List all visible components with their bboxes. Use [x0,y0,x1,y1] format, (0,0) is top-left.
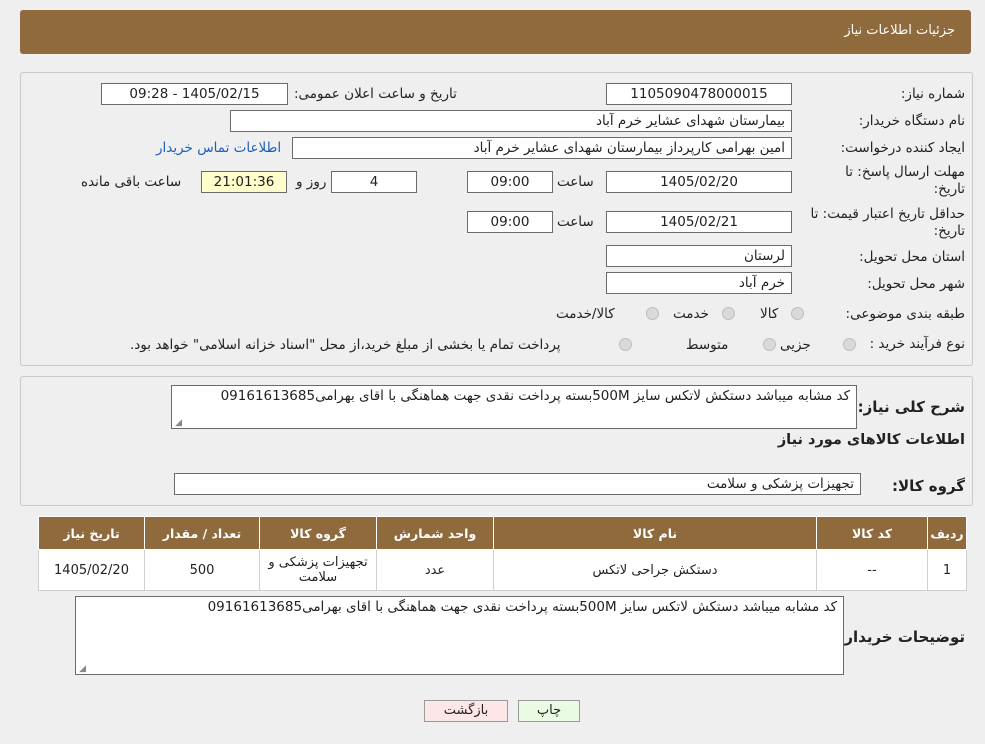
city-field: خرم آباد [606,272,792,294]
cell-need-date: 1405/02/20 [38,549,145,591]
goods-info-title: اطلاعات کالاهای مورد نیاز [777,432,965,448]
goods-group-field: تجهیزات پزشکی و سلامت [174,473,861,495]
col-code: کد کالا [816,516,928,550]
print-button[interactable]: چاپ [518,700,580,722]
process-radio-treasury[interactable] [619,338,632,351]
deadline-date-field: 1405/02/20 [606,171,792,193]
process-note: پرداخت تمام یا بخشی از مبلغ خرید،از محل … [130,337,561,353]
page-title: جزئیات اطلاعات نیاز [844,23,955,38]
category-option-goods-service: کالا/خدمت [556,306,615,322]
items-table-header: ردیف کد کالا نام کالا واحد شمارش گروه کا… [38,516,967,550]
process-radio-minor[interactable] [843,338,856,351]
col-row: ردیف [927,516,967,550]
table-row: 1 -- دستکش جراحی لاتکس عدد تجهیزات پزشکی… [38,549,967,591]
province-label: استان محل تحویل: [859,249,965,265]
cell-name: دستکش جراحی لاتکس [493,549,817,591]
need-number-field: 1105090478000015 [606,83,792,105]
cell-quantity: 500 [144,549,260,591]
goods-group-label: گروه کالا: [892,477,965,495]
deadline-label: مهلت ارسال پاسخ: تا تاریخ: [845,164,965,197]
category-option-service: خدمت [673,306,709,322]
cell-row: 1 [927,549,967,591]
days-label: روز و [296,174,327,190]
remaining-time-field: 21:01:36 [201,171,287,193]
category-radio-goods-service[interactable] [646,307,659,320]
deadline-time-label: ساعت [557,174,594,190]
city-label: شهر محل تحویل: [867,276,965,292]
col-need-date: تاریخ نیاز [38,516,145,550]
remaining-label: ساعت باقی مانده [81,174,182,190]
days-field: 4 [331,171,417,193]
announce-datetime-field: 1405/02/15 - 09:28 [101,83,288,105]
category-radio-goods[interactable] [791,307,804,320]
description-textarea[interactable]: کد مشابه میباشد دستکش لاتکس سایز 500Mبست… [171,385,857,429]
province-field: لرستان [606,245,792,267]
buyer-notes-text: کد مشابه میباشد دستکش لاتکس سایز 500Mبست… [207,599,837,615]
resize-grip-icon[interactable]: ◢ [174,419,182,428]
buyer-contact-link[interactable]: اطلاعات تماس خریدار [156,140,281,156]
buyer-notes-textarea[interactable]: کد مشابه میباشد دستکش لاتکس سایز 500Mبست… [75,596,844,675]
col-name: نام کالا [493,516,817,550]
validity-time-label: ساعت [557,214,594,230]
validity-label: حداقل تاریخ اعتبار قیمت: تا تاریخ: [810,206,965,239]
requester-label: ایجاد کننده درخواست: [840,140,965,156]
col-group: گروه کالا [259,516,377,550]
category-option-goods: کالا [760,306,779,322]
process-option-minor: جزیی [780,337,811,353]
process-option-medium: متوسط [686,337,729,353]
validity-date-field: 1405/02/21 [606,211,792,233]
buyer-org-field: بیمارستان شهدای عشایر خرم آباد [230,110,792,132]
page-header: جزئیات اطلاعات نیاز [20,10,971,54]
validity-time-field: 09:00 [467,211,553,233]
process-label: نوع فرآیند خرید : [869,336,965,352]
back-button[interactable]: بازگشت [424,700,508,722]
need-number-label: شماره نیاز: [900,86,965,102]
announce-label: تاریخ و ساعت اعلان عمومی: [294,86,457,102]
deadline-time-field: 09:00 [467,171,553,193]
category-label: طبقه بندی موضوعی: [845,306,965,322]
resize-grip-icon[interactable]: ◢ [78,665,86,674]
cell-group: تجهیزات پزشکی و سلامت [259,549,377,591]
category-radio-service[interactable] [722,307,735,320]
col-unit: واحد شمارش [376,516,494,550]
cell-unit: عدد [376,549,494,591]
process-radio-medium[interactable] [763,338,776,351]
buyer-org-label: نام دستگاه خریدار: [858,113,965,129]
items-table: ردیف کد کالا نام کالا واحد شمارش گروه کا… [38,516,967,591]
buyer-notes-label: توضیحات خریدار: [838,628,965,646]
cell-code: -- [816,549,928,591]
col-quantity: تعداد / مقدار [144,516,260,550]
description-text: کد مشابه میباشد دستکش لاتکس سایز 500Mبست… [220,388,850,404]
requester-field: امین بهرامی کارپرداز بیمارستان شهدای عشا… [292,137,792,159]
description-label: شرح کلی نیاز: [857,398,965,416]
